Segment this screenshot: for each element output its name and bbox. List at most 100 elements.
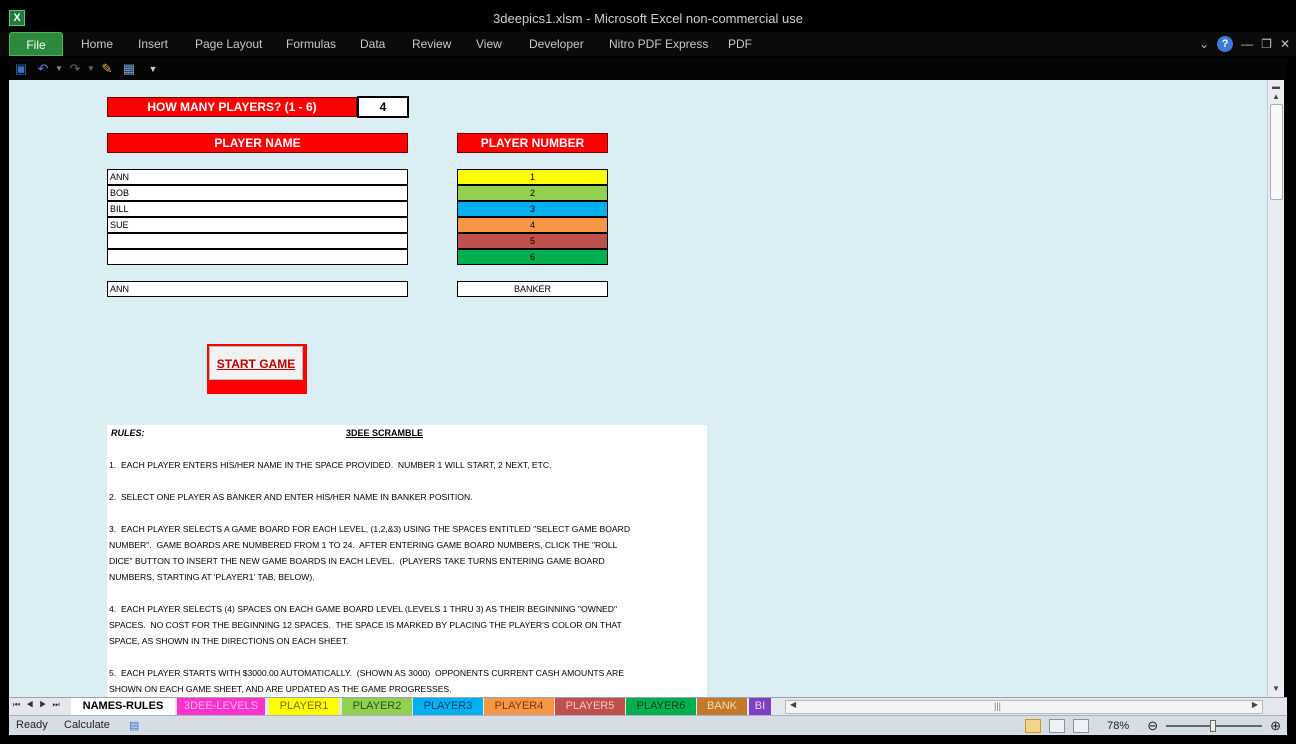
start-game-label: START GAME [209,346,303,380]
rules-line: NUMBERS, STARTING AT 'PLAYER1' TAB, BELO… [109,572,315,582]
normal-view-icon[interactable] [1025,719,1042,733]
status-calculate[interactable]: Calculate [64,719,110,731]
player-number-cell: 1 [457,169,608,185]
player-name-header: PLAYER NAME [107,133,408,153]
file-tab[interactable]: File [9,32,63,56]
tab-review[interactable]: Review [412,37,451,51]
help-icon[interactable]: ? [1217,36,1234,52]
sheet-tab-player5[interactable]: PLAYER5 [555,698,625,715]
undo-dropdown-icon[interactable]: ▼ [51,61,67,77]
banker-label: BANKER [457,281,608,297]
player-name-cell[interactable]: ANN [107,169,408,185]
format-painter-icon[interactable]: ✎ [99,61,115,77]
sheet-tab-bar: ⏮◀▶⏭ NAMES-RULES 3DEE-LEVELS PLAYER1 PLA… [9,697,1287,715]
tab-nitro-pdf[interactable]: Nitro PDF Express [609,37,708,51]
player-number-cell: 5 [457,233,608,249]
player-number-cell: 3 [457,201,608,217]
rules-line: SPACE, AS SHOWN IN THE DIRECTIONS ON EAC… [109,636,349,646]
tab-data[interactable]: Data [360,37,385,51]
horizontal-scrollbar[interactable]: ◀ ||| ▶ [785,700,1263,714]
vertical-scrollbar[interactable]: ▬ ▲ ▼ [1267,80,1284,697]
start-game-button[interactable]: START GAME [207,344,307,394]
tab-home[interactable]: Home [81,37,113,51]
minimize-icon[interactable]: — [1241,37,1253,51]
rules-line: 2. SELECT ONE PLAYER AS BANKER AND ENTER… [109,492,473,502]
tab-navigation-icons[interactable]: ⏮◀▶⏭ [13,700,66,710]
page-layout-view-icon[interactable] [1049,719,1066,733]
player-name-cell[interactable] [107,233,408,249]
rules-line [109,441,705,457]
horizontal-scroll-thumb-grip[interactable]: ||| [994,701,1001,711]
status-bar: Ready Calculate ▤ 78% ⊖ ⊕ [9,715,1287,735]
player-name-cell[interactable]: BOB [107,185,408,201]
sheet-tab-player4[interactable]: PLAYER4 [484,698,554,715]
scroll-right-icon[interactable]: ▶ [1252,700,1258,709]
sheet-tab-player3[interactable]: PLAYER3 [413,698,483,715]
rules-line [109,649,705,665]
sheet-tab-names-rules[interactable]: NAMES-RULES [71,698,175,715]
rules-line: 1. EACH PLAYER ENTERS HIS/HER NAME IN TH… [109,460,552,470]
player-number-cell: 2 [457,185,608,201]
zoom-level[interactable]: 78% [1107,720,1129,732]
rules-line [109,585,705,601]
sheet-tab-player6[interactable]: PLAYER6 [626,698,696,715]
tab-pdf[interactable]: PDF [728,37,752,51]
tab-insert[interactable]: Insert [138,37,168,51]
customize-toolbar-icon[interactable]: ▼ [145,61,161,77]
worksheet-area[interactable]: HOW MANY PLAYERS? (1 - 6) 4 PLAYER NAME … [9,80,1267,697]
undo-icon[interactable]: ↶ [35,61,51,77]
tab-developer[interactable]: Developer [529,37,584,51]
sheet-tab-player2[interactable]: PLAYER2 [342,698,412,715]
zoom-slider[interactable] [1166,720,1263,732]
page-break-view-icon[interactable] [1073,719,1090,733]
sheet-tab-3dee-levels[interactable]: 3DEE-LEVELS [177,698,265,715]
rules-panel: RULES: 3DEE SCRAMBLE 1. EACH PLAYER ENTE… [107,425,707,697]
rules-line: 5. EACH PLAYER STARTS WITH $3000.00 AUTO… [109,668,624,678]
rules-line: DICE" BUTTON TO INSERT THE NEW GAME BOAR… [109,556,605,566]
player-number-cell: 4 [457,217,608,233]
players-question-label: HOW MANY PLAYERS? (1 - 6) [107,97,357,117]
rules-line: 4. EACH PLAYER SELECTS (4) SPACES ON EAC… [109,604,618,614]
vertical-scroll-thumb[interactable] [1270,104,1283,200]
rules-line: NUMBER". GAME BOARDS ARE NUMBERED FROM 1… [109,540,618,550]
zoom-out-icon[interactable]: ⊖ [1147,718,1158,734]
sheet-tab-bank[interactable]: BANK [697,698,747,715]
rules-line [109,505,705,521]
scroll-down-icon[interactable]: ▼ [1268,682,1284,696]
window-controls: ⌄ ? — ❐ ✕ [1199,36,1290,52]
player-name-cell[interactable]: BILL [107,201,408,217]
table-icon[interactable]: ▦ [121,61,137,77]
rules-line: SHOWN ON EACH GAME SHEET, AND ARE UPDATE… [109,684,452,694]
redo-dropdown-icon[interactable]: ▼ [83,61,99,77]
window-title: 3deepics1.xlsm - Microsoft Excel non-com… [493,11,803,26]
rules-line [109,473,705,489]
ribbon-collapse-icon[interactable]: ⌄ [1199,37,1209,51]
player-number-header: PLAYER NUMBER [457,133,608,153]
sheet-tab-player1[interactable]: PLAYER1 [269,698,339,715]
status-right-controls: 78% ⊖ ⊕ [1025,718,1281,734]
rules-line: SPACES. NO COST FOR THE BEGINNING 12 SPA… [109,620,622,630]
close-icon[interactable]: ✕ [1280,37,1290,51]
player-number-cell: 6 [457,249,608,265]
player-name-cell[interactable] [107,249,408,265]
scroll-left-icon[interactable]: ◀ [790,700,796,709]
save-icon[interactable]: ▣ [13,61,29,77]
players-count-input[interactable]: 4 [357,96,409,118]
title-bar: X 3deepics1.xlsm - Microsoft Excel non-c… [0,0,1296,32]
redo-icon[interactable]: ↷ [67,61,83,77]
rules-line: 3. EACH PLAYER SELECTS A GAME BOARD FOR … [109,524,631,534]
tab-formulas[interactable]: Formulas [286,37,336,51]
status-ready: Ready [16,719,48,731]
restore-icon[interactable]: ❐ [1261,37,1272,51]
zoom-in-icon[interactable]: ⊕ [1270,718,1281,734]
macro-record-icon[interactable]: ▤ [129,719,139,732]
scroll-up-icon[interactable]: ▲ [1268,90,1284,104]
ribbon-tabs: File Home Insert Page Layout Formulas Da… [0,32,1296,56]
player-name-cell[interactable]: SUE [107,217,408,233]
tab-page-layout[interactable]: Page Layout [195,37,262,51]
zoom-slider-thumb[interactable] [1210,720,1217,732]
rules-title: 3DEE SCRAMBLE [346,428,424,438]
tab-view[interactable]: View [476,37,502,51]
banker-name-cell[interactable]: ANN [107,281,408,297]
sheet-tab-bi[interactable]: BI [749,698,771,715]
